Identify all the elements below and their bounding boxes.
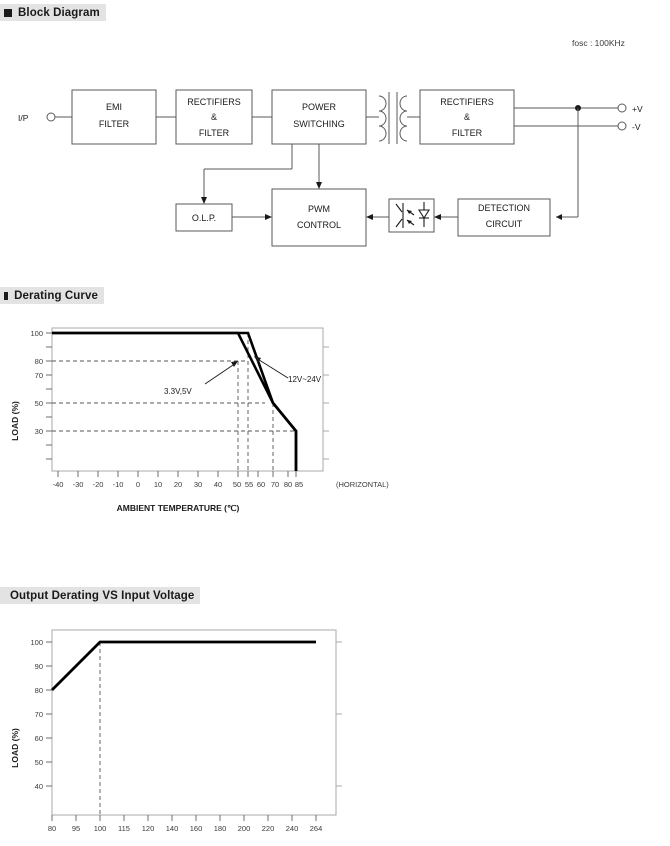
bullet-square-icon <box>4 8 12 17</box>
output-derating-chart: 100 90 80 70 60 50 40 80 95 100 115 120 … <box>0 608 420 846</box>
block-optocoupler <box>388 198 435 233</box>
x-tick-label: 115 <box>118 824 130 833</box>
y-tick-label: 40 <box>35 782 43 791</box>
block-label: CIRCUIT <box>486 219 523 229</box>
x-tick-label: 30 <box>194 480 202 489</box>
x-tick-label: 80 <box>284 480 292 489</box>
block-label: & <box>211 112 217 122</box>
series-annotation-12v-24v: 12V~24V <box>288 375 322 384</box>
y-tick-label: 100 <box>30 638 43 647</box>
y-tick-label: 70 <box>35 710 43 719</box>
transformer-symbol <box>378 92 408 144</box>
x-tick-label: 50 <box>233 480 241 489</box>
plot-area <box>51 327 324 472</box>
x-tick-label: 200 <box>238 824 251 833</box>
block-label: PWM <box>308 204 330 214</box>
section-header-output-derating: Output Derating VS Input Voltage <box>0 587 200 604</box>
block-label: DETECTION <box>478 203 530 213</box>
x-tick-label: 95 <box>72 824 80 833</box>
x-tick-label: 85 <box>295 480 303 489</box>
y-tick-label: 50 <box>35 399 43 408</box>
x-tick-label: -40 <box>53 480 64 489</box>
y-axis-title: LOAD (%) <box>10 401 20 441</box>
block-power-switching <box>271 89 367 145</box>
curve-output-load <box>51 640 316 691</box>
block-label: RECTIFIERS <box>440 97 494 107</box>
x-tick-label: -10 <box>113 480 124 489</box>
x-tick-label: 55 <box>245 480 253 489</box>
x-tick-label: 100 <box>94 824 107 833</box>
block-emi-filter <box>71 89 157 145</box>
optocoupler-symbol <box>395 202 430 228</box>
block-label: SWITCHING <box>293 119 345 129</box>
input-terminal-icon <box>46 112 56 122</box>
x-axis-title: AMBIENT TEMPERATURE (℃) <box>117 503 240 513</box>
section-title: Output Derating VS Input Voltage <box>10 589 195 602</box>
fosc-label: fosc : 100KHz <box>572 38 625 48</box>
block-label: FILTER <box>99 119 130 129</box>
plot-area <box>51 629 337 816</box>
y-tick-label: 50 <box>35 758 43 767</box>
block-label: RECTIFIERS <box>187 97 241 107</box>
y-tick-label: 100 <box>30 329 43 338</box>
y-axis-title: LOAD (%) <box>10 728 20 768</box>
x-tick-label: -30 <box>73 480 84 489</box>
block-label: CONTROL <box>297 220 341 230</box>
block-label: POWER <box>302 102 337 112</box>
y-tick-label: 90 <box>35 662 43 671</box>
x-tick-label: 60 <box>257 480 265 489</box>
x-tick-label: 40 <box>214 480 222 489</box>
block-label: FILTER <box>199 128 230 138</box>
output-label-negative: -V <box>632 122 641 132</box>
input-label: I/P <box>18 113 29 123</box>
guide-lines <box>52 333 296 471</box>
section-title: Block Diagram <box>18 6 100 19</box>
block-diagram: EMI FILTER RECTIFIERS & FILTER POWER SWI… <box>0 22 670 272</box>
section-header-derating-curve: Derating Curve <box>0 287 104 304</box>
y-tick-label: 70 <box>35 371 43 380</box>
x-tick-label: 120 <box>142 824 155 833</box>
y-tick-label: 80 <box>35 357 43 366</box>
block-label: FILTER <box>452 128 483 138</box>
derating-curve-chart: 100 80 70 50 30 -40 -30 -20 -10 0 10 20 … <box>0 306 420 541</box>
block-label: & <box>464 112 470 122</box>
x-tick-label: 140 <box>166 824 179 833</box>
x-tick-label: 0 <box>136 480 140 489</box>
x-tick-label: 10 <box>154 480 162 489</box>
bullet-square-icon <box>4 291 9 300</box>
curve-3v3-5v <box>52 331 298 471</box>
block-pwm-control <box>271 188 367 247</box>
x-tick-label: 160 <box>190 824 203 833</box>
output-label-positive: +V <box>632 104 643 114</box>
x-tick-label: 20 <box>174 480 182 489</box>
block-label: O.L.P. <box>192 213 216 223</box>
curve-12v-24v <box>52 331 298 471</box>
section-title: Derating Curve <box>14 289 98 302</box>
section-header-block-diagram: Block Diagram <box>0 4 106 21</box>
x-tick-label: 180 <box>214 824 227 833</box>
x-tick-label: 264 <box>310 824 323 833</box>
x-tick-label: 220 <box>262 824 275 833</box>
x-tick-label: 70 <box>271 480 279 489</box>
horizontal-note: (HORIZONTAL) <box>336 480 389 489</box>
y-tick-label: 80 <box>35 686 43 695</box>
block-label: EMI <box>106 102 122 112</box>
output-terminal-negative-icon <box>617 121 627 131</box>
series-annotation-3v3-5v: 3.3V,5V <box>164 387 192 396</box>
x-tick-label: -20 <box>93 480 104 489</box>
output-terminal-positive-icon <box>617 103 627 113</box>
y-tick-label: 60 <box>35 734 43 743</box>
x-tick-label: 240 <box>286 824 299 833</box>
y-tick-label: 30 <box>35 427 43 436</box>
x-tick-label: 80 <box>48 824 56 833</box>
